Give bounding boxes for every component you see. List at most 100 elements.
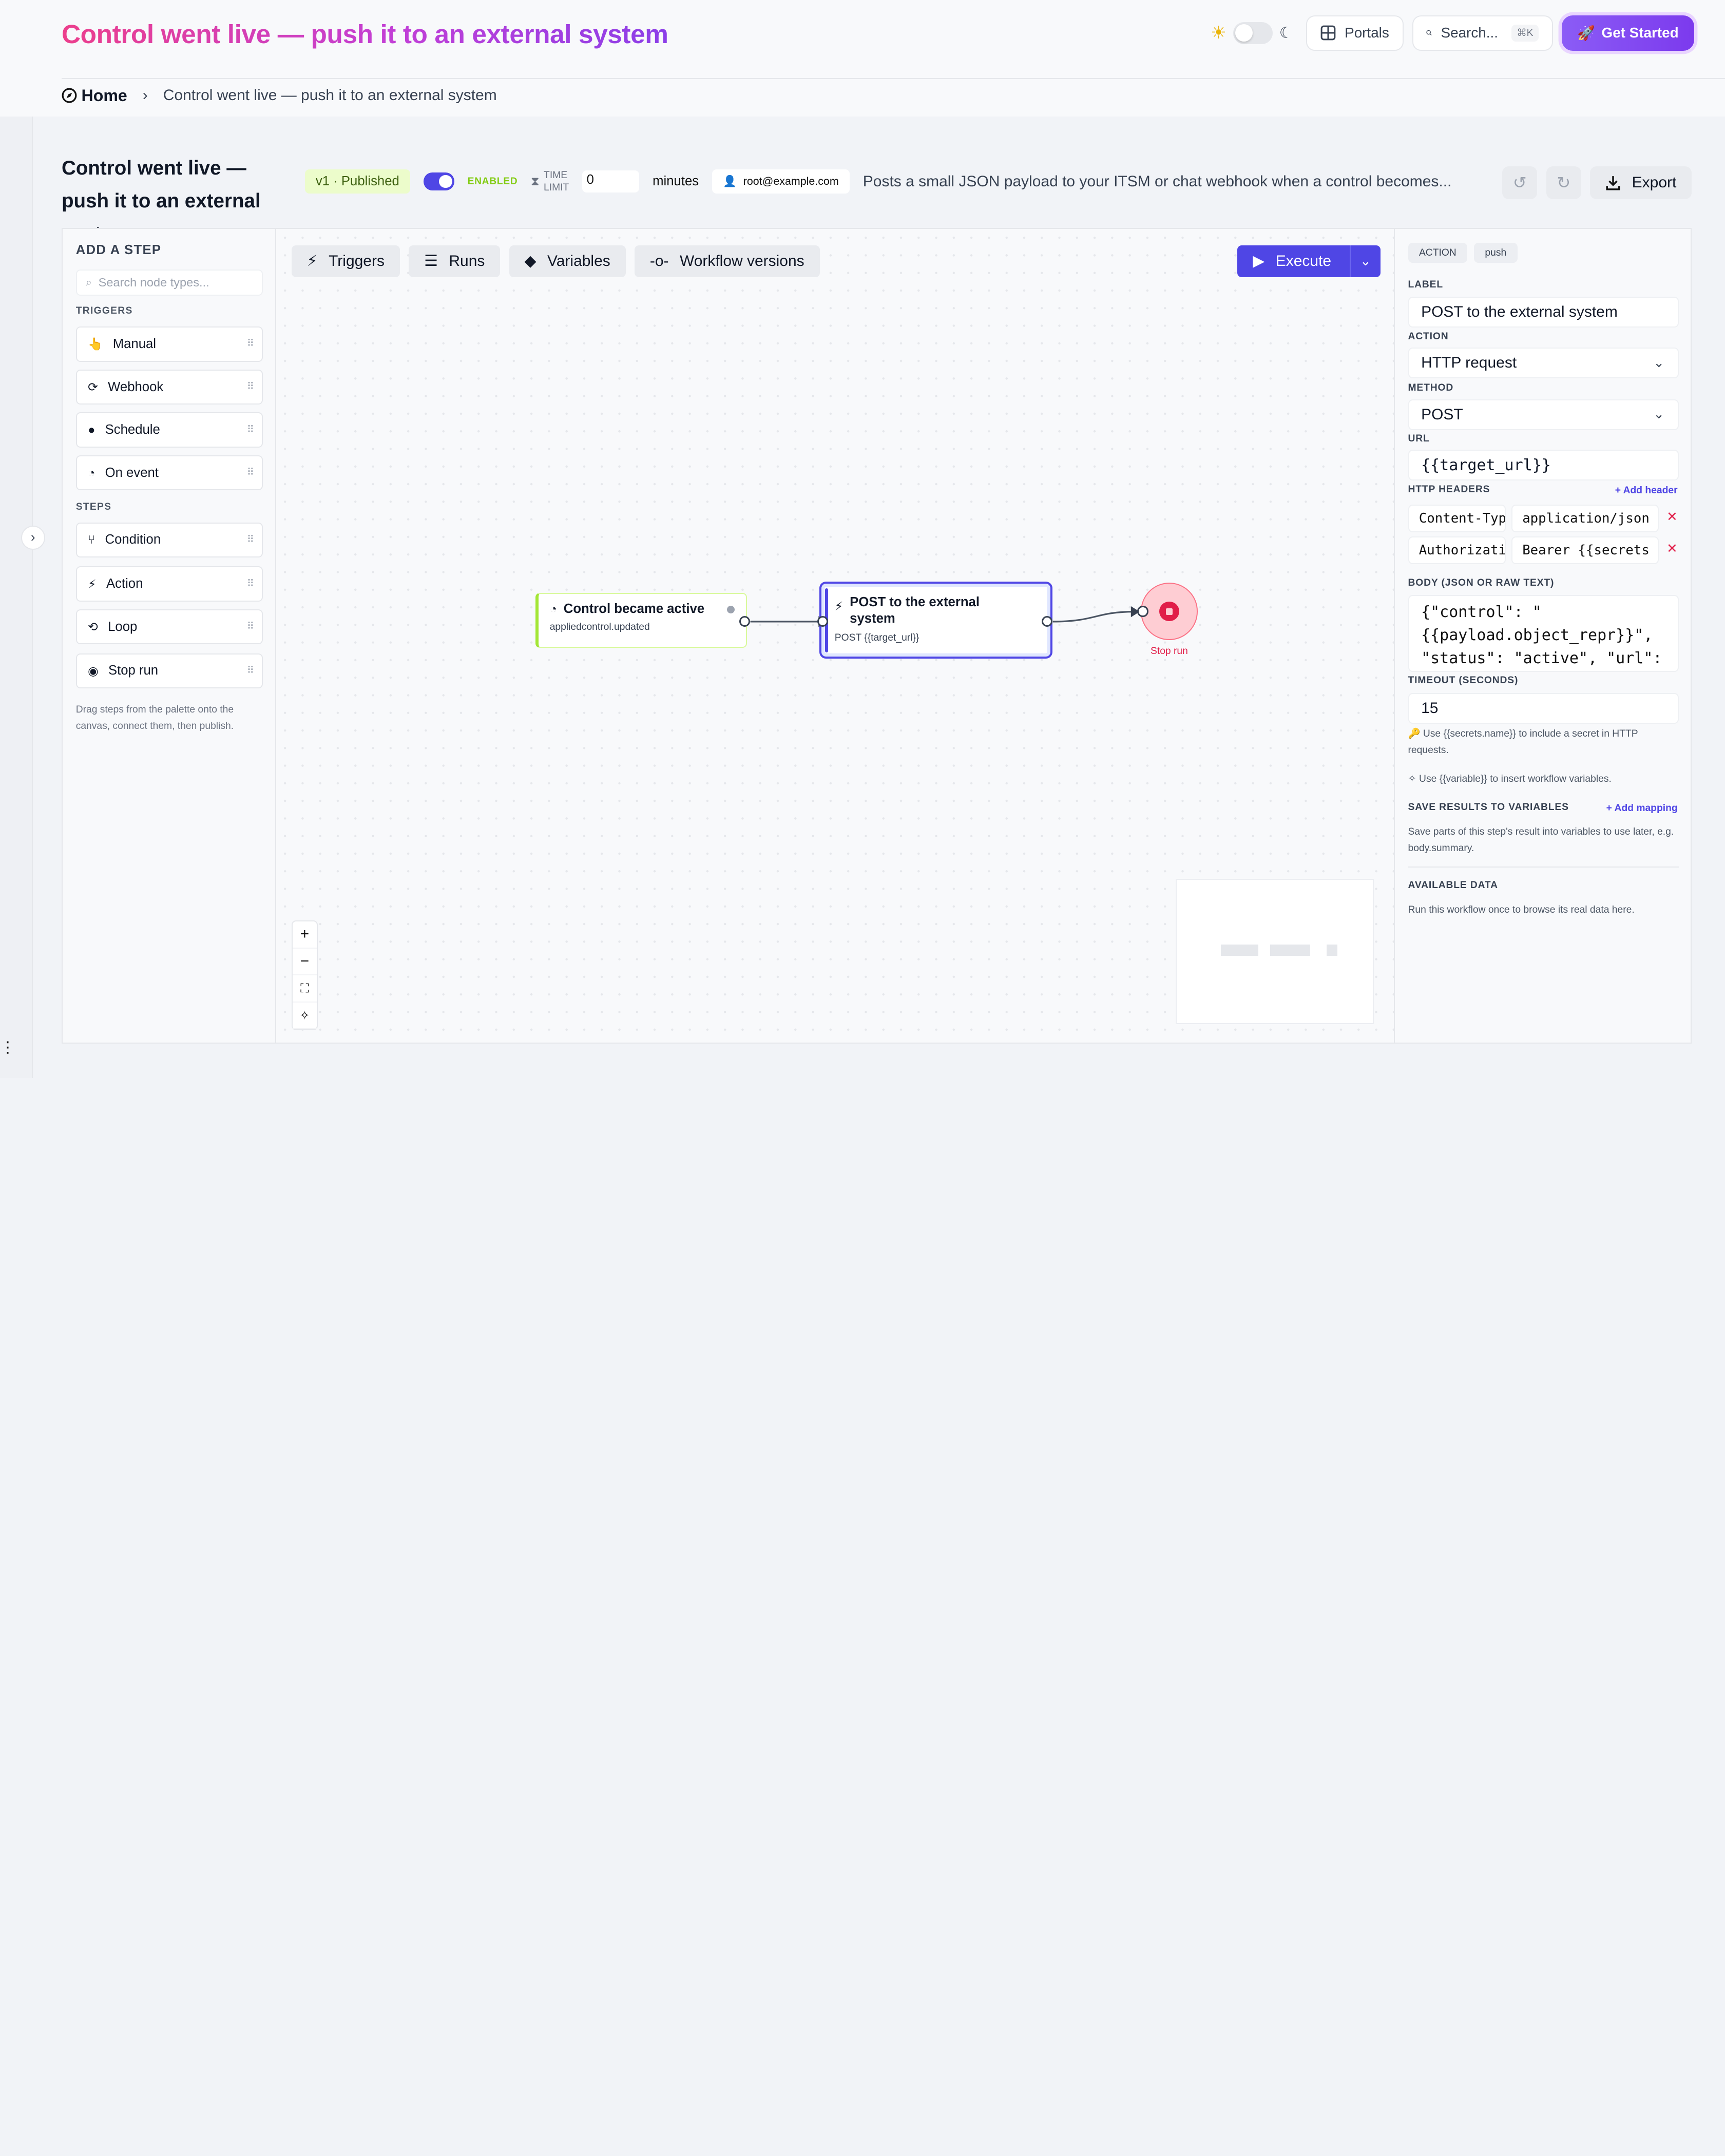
portals-button[interactable]: Portals: [1306, 15, 1404, 51]
webhook-icon: ⟳: [88, 380, 98, 394]
drag-handle-icon[interactable]: ⠿: [247, 424, 254, 436]
trigger-output-handle[interactable]: [739, 615, 751, 627]
minimap-node: [1326, 945, 1338, 956]
palette-item-condition[interactable]: ⑂ Condition ⠿: [75, 522, 263, 558]
label-input[interactable]: POST to the external system: [1408, 297, 1679, 328]
header-divider: [61, 78, 1725, 80]
side-rail: [0, 117, 33, 1078]
export-button[interactable]: Export: [1590, 166, 1692, 199]
method-select[interactable]: POST ⌄: [1408, 399, 1679, 430]
trigger-node-label: Control became active: [563, 601, 705, 616]
palette-item-label: Schedule: [105, 422, 160, 437]
add-mapping-button[interactable]: + Add mapping: [1606, 803, 1678, 814]
body-textarea[interactable]: {"control": "{{payload.object_repr}}", "…: [1408, 595, 1679, 672]
trigger-node[interactable]: ◔ Control became active appliedcontrol.u…: [535, 592, 747, 648]
owner-chip: 👤 root@example.com: [712, 169, 850, 194]
headers-heading: HTTP HEADERS: [1408, 484, 1490, 495]
zoom-out-button[interactable]: −: [292, 949, 317, 976]
minimap[interactable]: [1176, 878, 1374, 1024]
rss-icon: ◔: [549, 602, 557, 615]
time-limit-label: TIME: [544, 169, 568, 181]
palette-item-schedule[interactable]: ● Schedule ⠿: [75, 412, 263, 448]
key-icon: 🔑: [1408, 728, 1421, 739]
redo-button[interactable]: ↻: [1546, 166, 1582, 199]
workflow-description: Posts a small JSON payload to your ITSM …: [862, 172, 1452, 190]
branch-icon: ⑂: [88, 533, 95, 547]
enabled-switch[interactable]: [423, 172, 454, 190]
drag-handle-icon[interactable]: ⠿: [247, 664, 254, 677]
drag-handle-icon[interactable]: ⠿: [247, 578, 254, 590]
chevron-down-icon: ⌄: [1653, 355, 1664, 370]
time-limit-label-2: LIMIT: [544, 182, 569, 193]
auto-layout-button[interactable]: ✧: [292, 1003, 317, 1030]
magic-wand-icon: ✧: [299, 1009, 310, 1023]
drag-handle-icon[interactable]: ⠿: [247, 380, 254, 393]
download-icon: [1606, 176, 1620, 190]
variables-help: ✧ Use {{variable}} to insert workflow va…: [1408, 771, 1679, 787]
secrets-help-text: Use {{secrets.name}} to include a secret…: [1408, 728, 1638, 756]
palette-item-loop[interactable]: ⟲ Loop ⠿: [75, 609, 263, 645]
step-palette: ADD A STEP ⌕ Search node types... TRIGGE…: [61, 227, 275, 1044]
timeout-input[interactable]: 15: [1408, 692, 1679, 724]
stop-input-handle[interactable]: [1137, 606, 1148, 617]
palette-item-stop-run[interactable]: ◉ Stop run ⠿: [75, 653, 263, 689]
breadcrumb-home-label: Home: [81, 86, 127, 105]
palette-item-action[interactable]: ⚡ Action ⠿: [75, 566, 263, 602]
fit-view-button[interactable]: ⛶: [292, 975, 317, 1003]
action-node-label: POST to the external system: [850, 594, 980, 626]
trigger-node-title: ◔ Control became active: [550, 602, 735, 617]
timeout-heading: TIMEOUT (SECONDS): [1408, 675, 1519, 686]
body-heading: BODY (JSON OR RAW TEXT): [1408, 577, 1555, 588]
palette-heading: ADD A STEP: [75, 243, 162, 258]
header-key-input[interactable]: Authorization: [1408, 536, 1506, 564]
zoom-in-button[interactable]: +: [292, 921, 317, 949]
header-value-input[interactable]: application/json: [1511, 505, 1659, 532]
get-started-button[interactable]: 🚀 Get Started: [1562, 15, 1694, 51]
remove-header-icon[interactable]: ✕: [1666, 541, 1678, 556]
steps-heading: STEPS: [75, 501, 112, 512]
theme-switch[interactable]: [1233, 22, 1273, 44]
time-limit-input[interactable]: 0: [582, 170, 640, 192]
minimap-node: [1270, 945, 1310, 956]
workflow-canvas[interactable]: ⚡ Triggers ☰ Runs ◆ Variables -o- Workflow v…: [275, 227, 1395, 1044]
add-header-button[interactable]: + Add header: [1615, 485, 1678, 496]
stop-run-node[interactable]: [1140, 583, 1198, 640]
search-button[interactable]: Search... ⌘K: [1412, 15, 1553, 51]
palette-item-on-event[interactable]: ◔ On event ⠿: [75, 455, 263, 491]
undo-button[interactable]: ↺: [1502, 166, 1538, 199]
drag-handle-icon[interactable]: ⠿: [247, 620, 254, 632]
time-limit-unit: minutes: [653, 174, 699, 189]
action-select[interactable]: HTTP request ⌄: [1408, 347, 1679, 378]
palette-search-input[interactable]: ⌕ Search node types...: [75, 269, 263, 296]
remove-header-icon[interactable]: ✕: [1666, 509, 1678, 525]
drag-handle-icon[interactable]: ⠿: [247, 466, 254, 478]
export-label: Export: [1632, 174, 1677, 191]
theme-toggle[interactable]: ☀ ☾: [1211, 22, 1293, 44]
time-limit: ⧗ TIME LIMIT: [531, 169, 569, 194]
edge-action-to-stop: [1052, 610, 1134, 623]
palette-item-label: On event: [105, 465, 159, 480]
hand-icon: 👆: [88, 337, 103, 351]
variables-help-text: Use {{variable}} to insert workflow vari…: [1419, 773, 1612, 784]
breadcrumb-home[interactable]: Home: [62, 86, 127, 105]
search-label: Search...: [1441, 25, 1498, 41]
drag-handle-icon[interactable]: ⠿: [247, 337, 254, 350]
expand-sidebar-button[interactable]: ›: [21, 526, 45, 550]
secrets-help: 🔑 Use {{secrets.name}} to include a secr…: [1408, 726, 1679, 759]
palette-item-webhook[interactable]: ⟳ Webhook ⠿: [75, 369, 263, 405]
rss-icon: ◔: [88, 466, 95, 479]
minimap-node: [1220, 945, 1258, 956]
action-node[interactable]: ⚡ POST to the external system POST {{tar…: [819, 582, 1053, 659]
palette-item-manual[interactable]: 👆 Manual ⠿: [75, 326, 263, 362]
drag-handle-icon[interactable]: ⠿: [247, 533, 254, 546]
palette-item-label: Action: [106, 576, 143, 591]
breadcrumb-separator: ›: [142, 87, 148, 104]
search-icon: [1426, 30, 1432, 36]
url-input[interactable]: {{target_url}}: [1408, 450, 1679, 481]
more-vertical-icon[interactable]: ⋮: [0, 1038, 15, 1056]
stop-icon: ◉: [88, 664, 99, 678]
search-icon: ⌕: [85, 276, 92, 288]
header-key-input[interactable]: Content-Type: [1408, 505, 1506, 532]
search-shortcut: ⌘K: [1511, 24, 1539, 42]
header-value-input[interactable]: Bearer {{secrets: [1511, 536, 1659, 564]
